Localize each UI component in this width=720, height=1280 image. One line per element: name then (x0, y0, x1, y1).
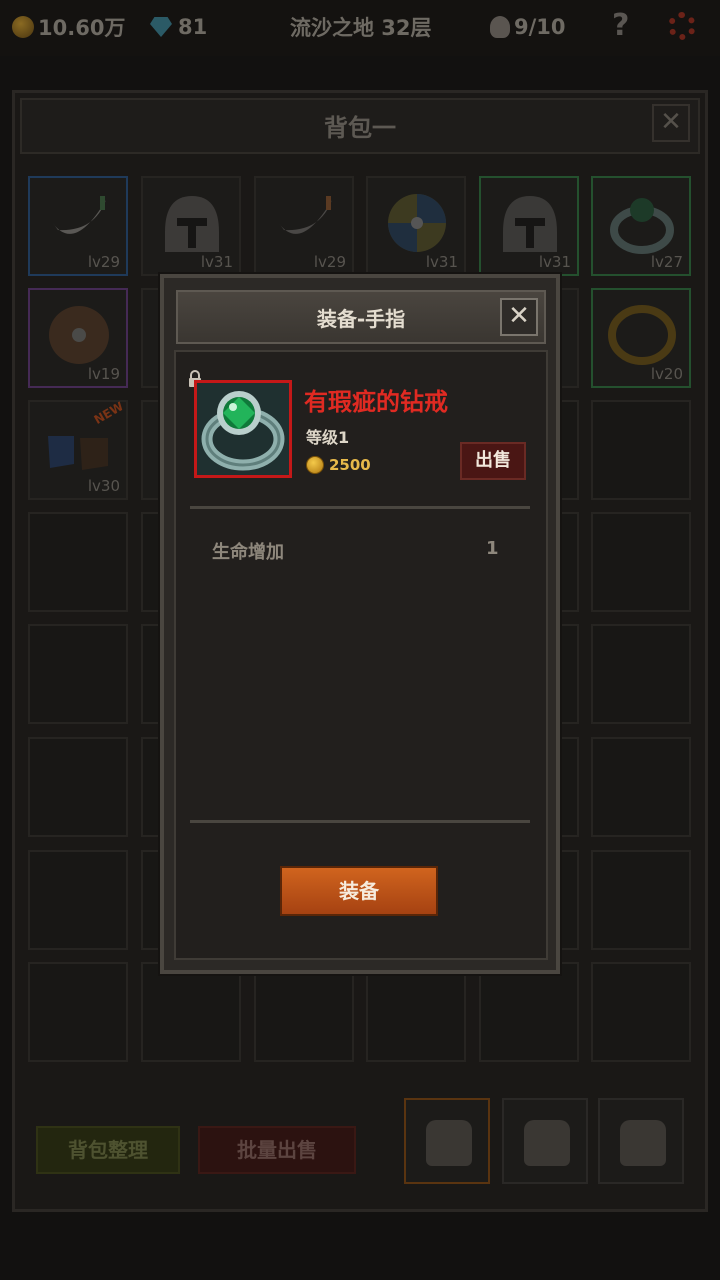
sort-backpack-button[interactable]: 背包整理 (36, 1126, 180, 1174)
stat-name: 生命增加 (212, 542, 284, 563)
dialog-close-button[interactable]: ✕ (500, 298, 538, 336)
inventory-slot[interactable] (479, 962, 579, 1062)
wooden-shield-icon (49, 306, 109, 364)
item-level-label: lv31 (538, 253, 571, 271)
item-level: 等级1 (306, 428, 350, 447)
settings-gear-icon[interactable] (668, 12, 696, 40)
diamond-icon (150, 17, 172, 37)
inventory-slot[interactable]: lv27 (591, 176, 691, 276)
coin-icon (12, 16, 34, 38)
inventory-slot[interactable] (366, 962, 466, 1062)
inventory-slot[interactable] (591, 737, 691, 837)
top-bar: 10.60万 81 流沙之地 32层 9/10 ? (0, 0, 720, 56)
item-portrait (194, 380, 292, 478)
inventory-slot[interactable]: NEW lv30 (28, 399, 128, 500)
help-icon[interactable]: ? (612, 8, 629, 43)
kill-value: 9/10 (514, 15, 566, 39)
backpack-title: 背包一 (324, 114, 396, 142)
inventory-slot[interactable] (28, 624, 128, 724)
inventory-slot[interactable]: lv31 (479, 176, 579, 276)
item-level-label: lv31 (200, 253, 233, 271)
inventory-slot[interactable] (591, 962, 691, 1062)
inventory-slot[interactable]: lv29 (254, 176, 354, 276)
item-price: 2500 (306, 456, 371, 474)
divider (190, 820, 530, 823)
divider (190, 506, 530, 509)
boots-icon (48, 436, 108, 470)
item-level-label: lv19 (87, 365, 120, 383)
inventory-slot[interactable] (28, 737, 128, 837)
inventory-slot[interactable] (591, 850, 691, 950)
gold-value: 10.60万 (38, 16, 126, 40)
dialog-title: 装备-手指 (316, 307, 406, 331)
inventory-slot[interactable] (28, 512, 128, 612)
kill-counter: 9/10 (490, 10, 566, 44)
shield-icon (388, 194, 446, 252)
game-screen: 10.60万 81 流沙之地 32层 9/10 ? 背包一 ✕ lv29 lv3… (0, 0, 720, 1280)
item-level-label: lv29 (87, 253, 120, 271)
emerald-ring-icon (197, 383, 289, 475)
scythe-icon (278, 196, 332, 234)
inventory-slot[interactable] (141, 962, 241, 1062)
inventory-slot[interactable] (591, 512, 691, 612)
gold-counter: 10.60万 (12, 10, 125, 44)
coin-icon (306, 456, 324, 474)
gem-value: 81 (178, 15, 208, 39)
backpack-icon (426, 1120, 472, 1166)
scythe-icon (52, 196, 106, 234)
helmet-icon (503, 196, 557, 252)
backpack-close-button[interactable]: ✕ (652, 104, 690, 142)
inventory-slot[interactable]: lv29 (28, 176, 128, 276)
helmet-icon (165, 196, 219, 252)
item-level-label: lv27 (650, 253, 683, 271)
stat-value: 1 (486, 538, 499, 559)
skull-icon (490, 16, 510, 38)
stage-name: 流沙之地 32层 (290, 10, 432, 44)
item-level-label: lv31 (425, 253, 458, 271)
inventory-slot[interactable]: lv19 (28, 288, 128, 388)
price-value: 2500 (329, 456, 371, 474)
item-name: 有瑕疵的钻戒 (304, 388, 448, 416)
stage-label: 流沙之地 32层 (290, 16, 432, 40)
bag-tab-1[interactable] (404, 1098, 490, 1184)
item-level-label: lv29 (313, 253, 346, 271)
ring-icon (610, 198, 674, 254)
sell-button[interactable]: 出售 (460, 442, 526, 480)
item-level-label: lv20 (650, 365, 683, 383)
equip-button[interactable]: 装备 (280, 866, 438, 916)
backpack-icon (620, 1120, 666, 1166)
backpack-icon (524, 1120, 570, 1166)
inventory-slot[interactable] (28, 850, 128, 950)
gem-counter: 81 (150, 10, 207, 44)
bag-tab-3[interactable] (598, 1098, 684, 1184)
inventory-slot[interactable]: lv31 (141, 176, 241, 276)
inventory-slot[interactable]: lv31 (366, 176, 466, 276)
item-level-label: lv30 (87, 477, 120, 495)
gold-ring-icon (608, 305, 676, 365)
bag-tab-2[interactable] (502, 1098, 588, 1184)
inventory-slot[interactable] (28, 962, 128, 1062)
batch-sell-button[interactable]: 批量出售 (198, 1126, 356, 1174)
inventory-slot[interactable]: lv20 (591, 288, 691, 388)
inventory-slot[interactable] (591, 624, 691, 724)
inventory-slot[interactable] (591, 400, 691, 500)
inventory-slot[interactable] (254, 962, 354, 1062)
